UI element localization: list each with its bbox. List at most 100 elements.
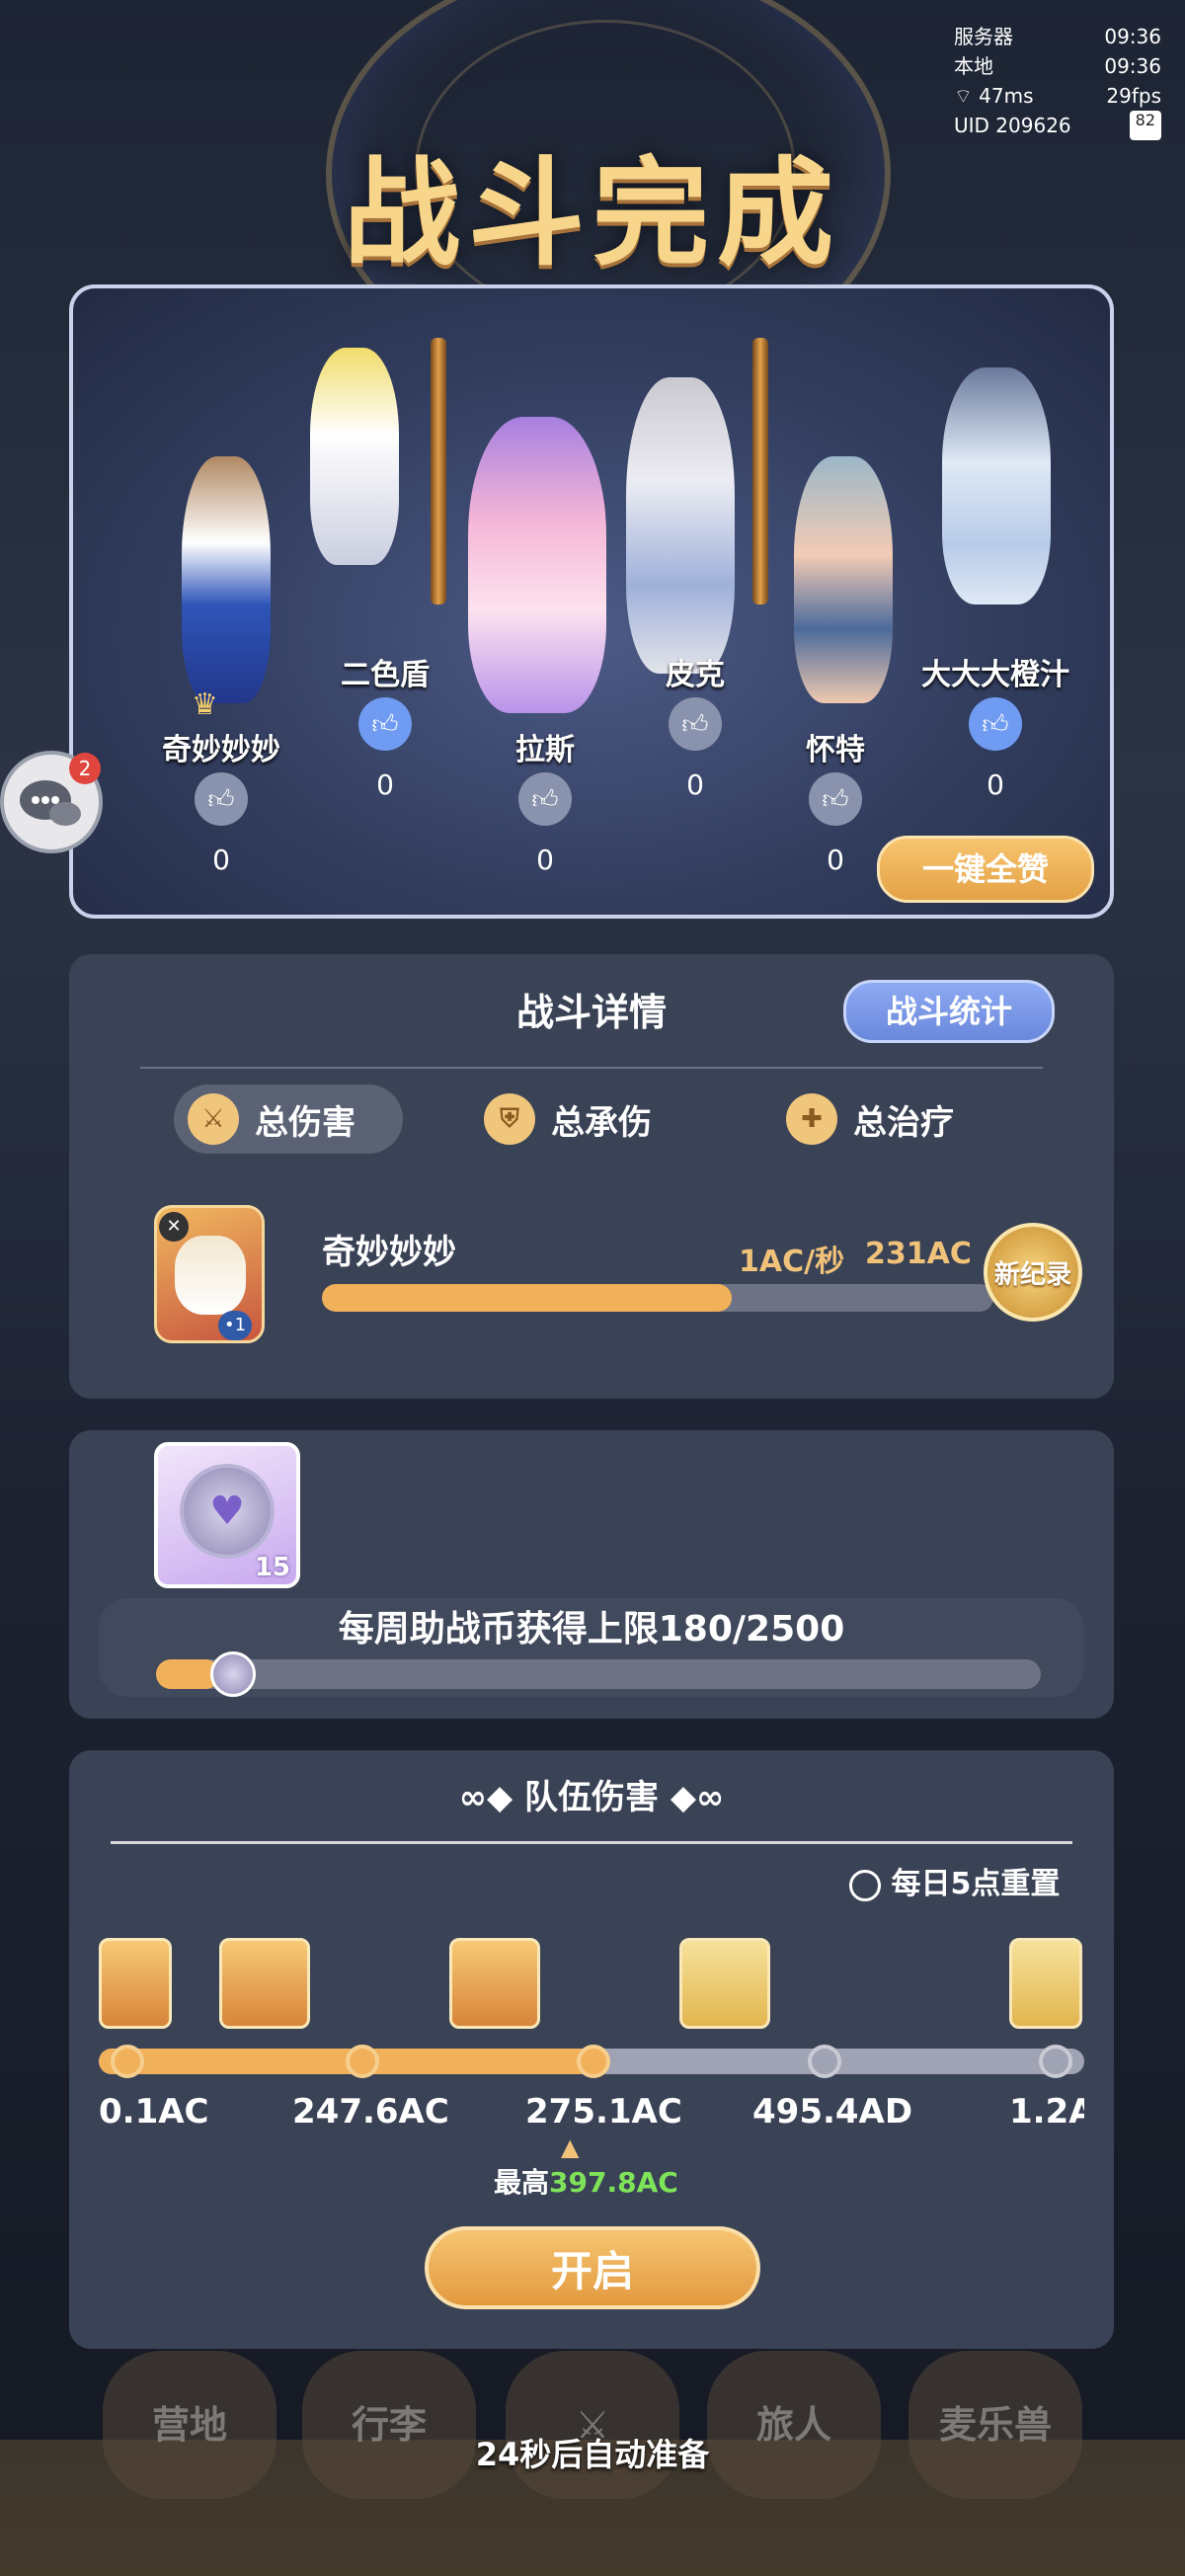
nav-pet[interactable]: 麦乐兽	[908, 2351, 1082, 2499]
ornament-left-icon: ∞◆	[458, 1778, 524, 1817]
reward-chest-3[interactable]	[449, 1938, 540, 2029]
nav-traveler[interactable]: 旅人	[707, 2351, 881, 2499]
ornament-right-icon: ◆∞	[659, 1778, 725, 1817]
like-all-button[interactable]: 一键全赞	[877, 836, 1094, 903]
player-name-3: 拉斯	[515, 733, 575, 767]
thumbs-up-icon: 👍︎	[822, 784, 849, 815]
character-3-figure	[468, 417, 606, 713]
clock-icon	[849, 1869, 881, 1901]
damage-progress	[322, 1284, 993, 1312]
assist-currency-panel: ♥ 15 每周助战币获得上限180/2500	[69, 1430, 1114, 1719]
reward-chest-5[interactable]	[1009, 1938, 1082, 2029]
sword-icon: ⚔	[188, 1093, 239, 1145]
wifi-icon: ⌔	[954, 84, 973, 108]
thumbs-up-icon: 👍︎	[371, 709, 399, 740]
tab-label: 总承伤	[551, 1102, 652, 1143]
character-4-figure	[626, 377, 735, 674]
battle-stats-button[interactable]: 战斗统计	[843, 980, 1055, 1043]
like-button-4[interactable]: 👍︎	[669, 697, 722, 751]
thumbs-up-icon: 👍︎	[982, 709, 1009, 740]
weekly-limit-progress	[156, 1659, 1041, 1689]
avatar-portrait	[175, 1236, 246, 1315]
open-button[interactable]: 开启	[425, 2226, 760, 2309]
reward-chest-4[interactable]	[679, 1938, 770, 2029]
like-button-2[interactable]: 👍︎	[358, 697, 412, 751]
damage-progress-fill	[322, 1284, 732, 1312]
auto-ready-countdown: 24秒后自动准备	[475, 2436, 710, 2473]
milestone-node-1	[111, 2045, 144, 2078]
like-button-3[interactable]: 👍︎	[518, 772, 572, 826]
player-name: 奇妙妙妙	[322, 1233, 456, 1272]
tab-label: 总伤害	[255, 1102, 356, 1143]
chat-unread-badge: 2	[69, 753, 101, 784]
battle-result-scene: 奇妙妙妙 ♛ 👍︎ 0 二色盾 👍︎ 0 拉斯 👍︎ 0 皮克 👍︎ 0 怀特 …	[69, 284, 1114, 919]
milestone-label-3: 275.1AC	[525, 2092, 682, 2132]
item-count: 15	[254, 1553, 290, 1582]
character-6-figure	[942, 367, 1051, 604]
battle-details-panel: 战斗详情 战斗统计 ⚔ 总伤害 ⛨ 总承伤 ✚ 总治疗 ✕ •1 奇妙妙妙 1AC/秒…	[69, 954, 1114, 1399]
nav-camp[interactable]: 营地	[103, 2351, 276, 2499]
reset-text: 每日5点重置	[891, 1867, 1061, 1901]
local-time: 09:36	[1104, 54, 1161, 78]
page-title: 战斗完成	[343, 145, 841, 282]
progress-knob	[209, 1651, 256, 1697]
milestone-label-5: 1.2AI	[1009, 2092, 1084, 2132]
milestone-node-3	[577, 2045, 610, 2078]
player-name-6: 大大大橙汁	[921, 658, 1069, 692]
tab-total-healing[interactable]: ✚ 总治疗	[772, 1085, 999, 1154]
avatar: ✕ •1	[154, 1205, 265, 1343]
damage-total: 231AC	[865, 1237, 972, 1271]
like-count-6: 0	[987, 768, 1004, 801]
character-2-figure	[310, 348, 399, 565]
best-record: 最高397.8AC	[494, 2161, 678, 2201]
thumbs-up-icon: 👍︎	[531, 784, 559, 815]
player-name-4: 皮克	[666, 658, 725, 692]
like-count-3: 0	[536, 844, 554, 876]
character-1-figure	[182, 456, 271, 703]
new-record-badge: 新纪录	[984, 1223, 1082, 1322]
best-marker-icon: ▲	[561, 2133, 580, 2161]
best-label: 最高	[494, 2166, 550, 2199]
reward-chest-2[interactable]	[219, 1938, 310, 2029]
like-count-5: 0	[827, 844, 844, 876]
weekly-limit-text: 每周助战币获得上限180/2500	[338, 1609, 845, 1650]
damage-rate: 1AC/秒	[739, 1245, 845, 1279]
player-name-2: 二色盾	[341, 658, 430, 692]
like-count-4: 0	[686, 768, 704, 801]
milestone-label-2: 247.6AC	[292, 2092, 449, 2132]
character-5-figure	[794, 456, 893, 703]
shield-icon: ⛨	[484, 1093, 535, 1145]
coin-heart-icon: ♥	[180, 1464, 275, 1559]
team-damage-title: 队伍伤害	[524, 1778, 659, 1817]
milestone-node-5	[1039, 2045, 1072, 2078]
fps: 29fps	[1106, 84, 1161, 108]
tab-total-taken[interactable]: ⛨ 总承伤	[470, 1085, 697, 1154]
decor-pole-right	[752, 338, 768, 604]
level-badge: •1	[218, 1311, 252, 1340]
server-time: 09:36	[1104, 25, 1161, 48]
thumbs-up-icon: 👍︎	[681, 709, 709, 740]
ping: 47ms	[979, 84, 1034, 108]
milestone-label-1: 0.1AC	[99, 2092, 209, 2132]
like-button-6[interactable]: 👍︎	[969, 697, 1022, 751]
milestone-node-4	[808, 2045, 841, 2078]
milestone-label-4: 495.4AD	[752, 2092, 913, 2132]
milestone-node-2	[346, 2045, 379, 2078]
divider	[111, 1841, 1072, 1844]
player-name-5: 怀特	[806, 733, 865, 767]
reset-info: 每日5点重置	[849, 1859, 1060, 1902]
like-button-1[interactable]: 👍︎	[195, 772, 248, 826]
decor-pole-left	[431, 338, 446, 604]
tab-total-damage[interactable]: ⚔ 总伤害	[174, 1085, 403, 1154]
like-button-5[interactable]: 👍︎	[809, 772, 862, 826]
nav-luggage[interactable]: 行李	[302, 2351, 476, 2499]
class-icon: ✕	[159, 1212, 189, 1242]
assist-coin-item: ♥ 15	[154, 1442, 300, 1588]
best-value: 397.8AC	[549, 2166, 678, 2199]
nav-battle[interactable]: ⚔	[506, 2351, 679, 2499]
tab-label: 总治疗	[853, 1102, 954, 1143]
reward-chest-1[interactable]	[99, 1938, 172, 2029]
team-damage-title-row: ∞◆ 队伍伤害 ◆∞	[69, 1770, 1114, 1818]
server-label: 服务器	[954, 25, 1013, 48]
local-label: 本地	[954, 54, 993, 78]
